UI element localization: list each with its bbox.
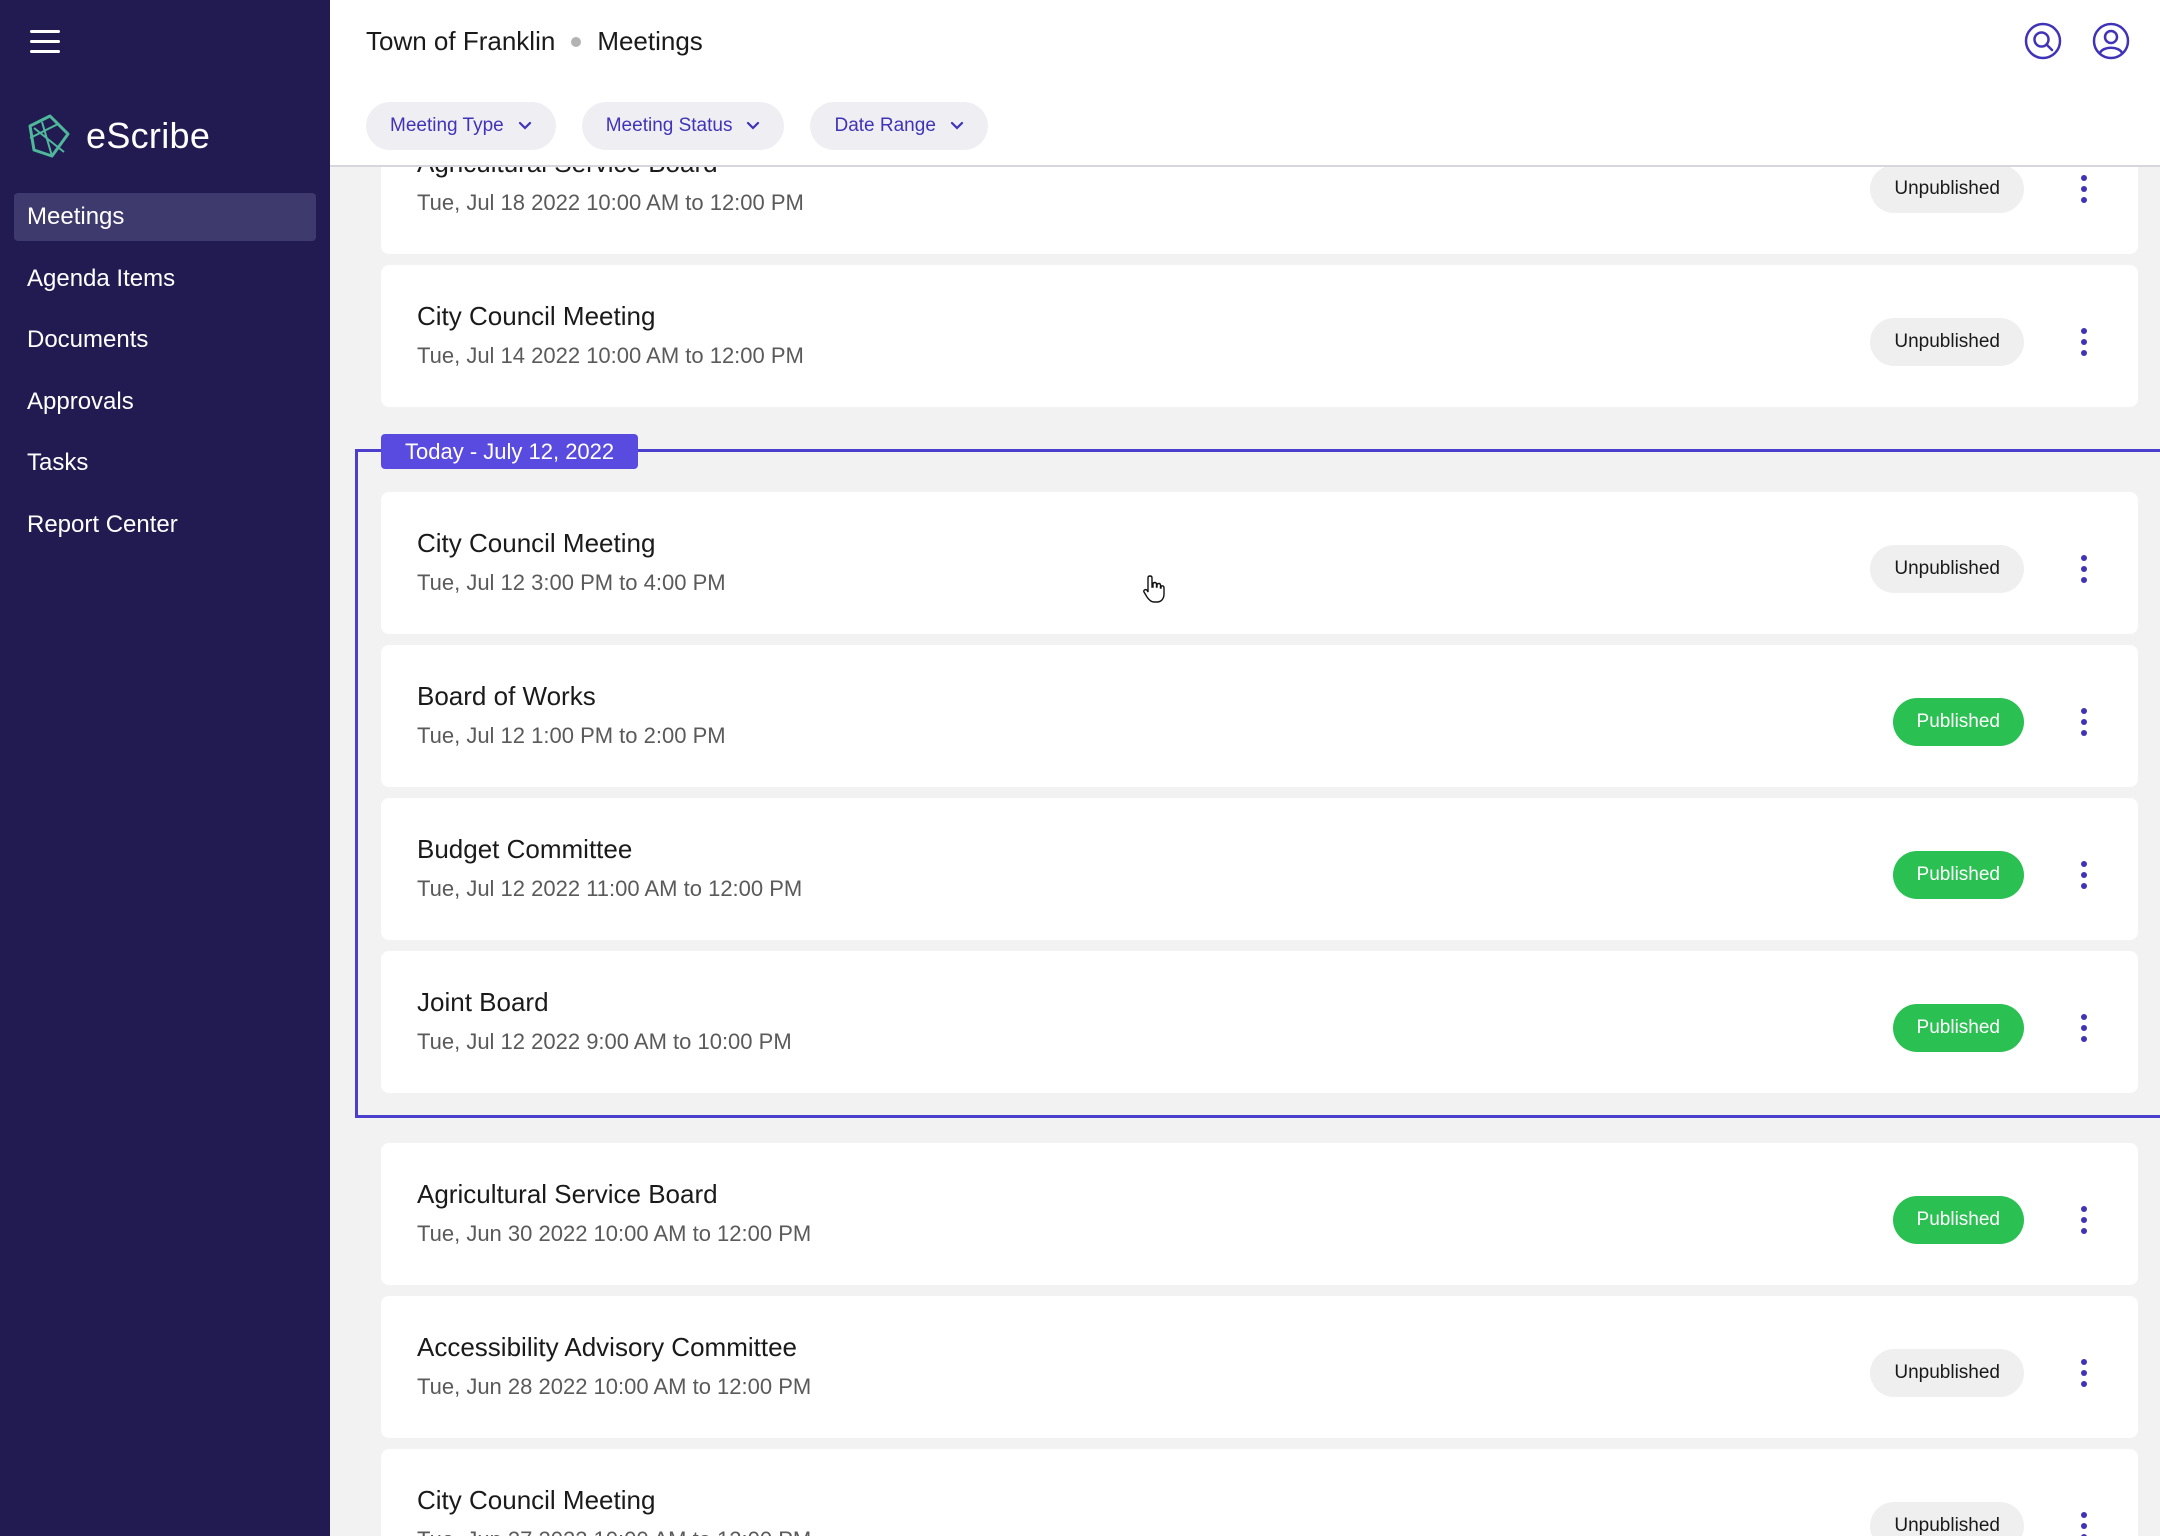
meeting-time: Tue, Jul 12 2022 11:00 AM to 12:00 PM [417, 876, 803, 901]
sidebar-item-approvals[interactable]: Approvals [14, 378, 316, 426]
meetings-list[interactable]: Agricultural Service Board Tue, Jul 18 2… [330, 0, 2160, 1536]
status-badge: Unpublished [1870, 318, 2024, 366]
status-badge: Published [1892, 1004, 2024, 1052]
meeting-card[interactable]: City Council Meeting Tue, Jul 14 2022 10… [381, 265, 2138, 407]
meeting-card[interactable]: Board of Works Tue, Jul 12 1:00 PM to 2:… [381, 645, 2138, 787]
hamburger-menu-icon[interactable] [30, 30, 60, 54]
breadcrumb: Town of Franklin Meetings [366, 26, 703, 57]
meeting-title: Budget Committee [417, 834, 633, 864]
meeting-card[interactable]: Agricultural Service Board Tue, Jun 30 2… [381, 1143, 2138, 1285]
search-icon[interactable] [2024, 22, 2062, 60]
meeting-title: Accessibility Advisory Committee [417, 1332, 797, 1362]
meeting-time: Tue, Jun 30 2022 10:00 AM to 12:00 PM [417, 1221, 812, 1246]
user-profile-icon[interactable] [2092, 22, 2130, 60]
sidebar-item-tasks[interactable]: Tasks [14, 439, 316, 487]
more-options-icon[interactable] [2074, 698, 2094, 746]
status-badge: Published [1892, 1196, 2024, 1244]
meeting-card[interactable]: Joint Board Tue, Jul 12 2022 9:00 AM to … [381, 951, 2138, 1093]
meeting-time: Tue, Jun 27 2022 10:00 AM to 12:00 PM [417, 1527, 811, 1536]
meeting-card[interactable]: Budget Committee Tue, Jul 12 2022 11:00 … [381, 798, 2138, 940]
meeting-card[interactable]: Accessibility Advisory Committee Tue, Ju… [381, 1296, 2138, 1438]
status-badge: Published [1892, 851, 2024, 899]
meeting-title: City Council Meeting [417, 528, 656, 558]
more-options-icon[interactable] [2074, 165, 2094, 213]
filter-label: Meeting Status [605, 115, 733, 136]
meeting-time: Tue, Jul 12 2022 9:00 AM to 10:00 PM [417, 1029, 792, 1054]
breadcrumb-current: Meetings [597, 26, 703, 56]
more-options-icon[interactable] [2074, 1196, 2094, 1244]
meeting-title: Joint Board [417, 987, 549, 1017]
meeting-time: Tue, Jul 12 1:00 PM to 2:00 PM [417, 723, 726, 748]
meeting-time: Tue, Jul 18 2022 10:00 AM to 12:00 PM [417, 190, 804, 215]
brand-name: eScribe [86, 115, 211, 156]
more-options-icon[interactable] [2074, 318, 2094, 366]
chevron-down-icon [950, 121, 963, 130]
more-options-icon[interactable] [2074, 851, 2094, 899]
status-badge: Unpublished [1870, 1349, 2024, 1397]
sidebar: eScribe Meetings Agenda Items Documents … [0, 0, 330, 1536]
more-options-icon[interactable] [2074, 1004, 2094, 1052]
meeting-time: Tue, Jun 28 2022 10:00 AM to 12:00 PM [417, 1374, 812, 1399]
status-badge: Unpublished [1870, 1502, 2024, 1536]
top-header: Town of Franklin Meetings Meeting Type M… [330, 0, 2160, 167]
sidebar-item-agenda-items[interactable]: Agenda Items [14, 255, 316, 303]
hand-cursor-icon [1143, 575, 1165, 603]
status-badge: Published [1892, 698, 2024, 746]
filter-label: Date Range [834, 115, 936, 136]
meeting-time: Tue, Jul 12 3:00 PM to 4:00 PM [417, 570, 726, 595]
more-options-icon[interactable] [2074, 545, 2094, 593]
meeting-title: City Council Meeting [417, 1485, 656, 1515]
meeting-card[interactable]: City Council Meeting Tue, Jun 27 2022 10… [381, 1449, 2138, 1536]
meeting-title: Board of Works [417, 681, 596, 711]
breadcrumb-org[interactable]: Town of Franklin [366, 26, 555, 57]
sidebar-item-meetings[interactable]: Meetings [14, 193, 316, 241]
meeting-type-filter[interactable]: Meeting Type [366, 102, 556, 150]
date-range-filter[interactable]: Date Range [810, 102, 988, 150]
filter-bar: Meeting Type Meeting Status Date Range [366, 102, 988, 150]
header-actions [2024, 22, 2130, 60]
more-options-icon[interactable] [2074, 1349, 2094, 1397]
chevron-down-icon [518, 121, 531, 130]
breadcrumb-separator [571, 36, 582, 47]
sidebar-item-documents[interactable]: Documents [14, 316, 316, 364]
meeting-title: City Council Meeting [417, 301, 656, 331]
escribe-logo[interactable]: eScribe [24, 112, 210, 160]
escribe-leaf-icon [28, 114, 70, 158]
status-badge: Unpublished [1870, 545, 2024, 593]
sidebar-nav: Meetings Agenda Items Documents Approval… [14, 193, 316, 562]
meeting-title: Agricultural Service Board [417, 1179, 718, 1209]
meeting-time: Tue, Jul 14 2022 10:00 AM to 12:00 PM [417, 343, 804, 368]
today-label: Today - July 12, 2022 [381, 434, 639, 469]
meeting-status-filter[interactable]: Meeting Status [581, 102, 785, 150]
meeting-card[interactable]: City Council Meeting Tue, Jul 12 3:00 PM… [381, 492, 2138, 634]
chevron-down-icon [747, 121, 760, 130]
sidebar-item-report-center[interactable]: Report Center [14, 501, 316, 549]
more-options-icon[interactable] [2074, 1502, 2094, 1536]
status-badge: Unpublished [1870, 165, 2024, 213]
filter-label: Meeting Type [390, 115, 504, 136]
